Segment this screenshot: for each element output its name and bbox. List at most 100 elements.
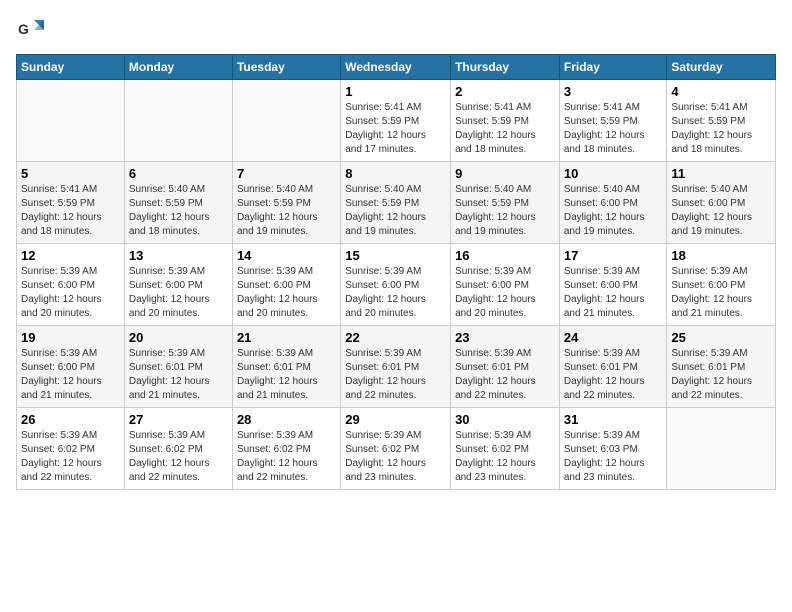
calendar-cell: 26 Sunrise: 5:39 AM Sunset: 6:02 PM Dayli… (17, 408, 125, 490)
calendar-cell: 23 Sunrise: 5:39 AM Sunset: 6:01 PM Dayli… (451, 326, 560, 408)
day-number: 21 (237, 330, 336, 345)
weekday-header-monday: Monday (124, 55, 232, 80)
calendar-week-3: 12 Sunrise: 5:39 AM Sunset: 6:00 PM Dayli… (17, 244, 776, 326)
day-info: Sunrise: 5:41 AM Sunset: 5:59 PM Dayligh… (455, 101, 555, 157)
weekday-header-tuesday: Tuesday (232, 55, 340, 80)
day-number: 30 (455, 412, 555, 427)
day-info: Sunrise: 5:39 AM Sunset: 6:02 PM Dayligh… (21, 429, 120, 485)
day-info: Sunrise: 5:40 AM Sunset: 6:00 PM Dayligh… (671, 183, 771, 239)
weekday-header-friday: Friday (559, 55, 667, 80)
calendar-cell: 3 Sunrise: 5:41 AM Sunset: 5:59 PM Daylig… (559, 80, 667, 162)
day-info: Sunrise: 5:39 AM Sunset: 6:01 PM Dayligh… (237, 347, 336, 403)
day-number: 23 (455, 330, 555, 345)
calendar-week-5: 26 Sunrise: 5:39 AM Sunset: 6:02 PM Dayli… (17, 408, 776, 490)
svg-text:G: G (18, 21, 29, 37)
page-header: G (16, 16, 776, 44)
day-number: 31 (564, 412, 663, 427)
calendar-cell: 29 Sunrise: 5:39 AM Sunset: 6:02 PM Dayli… (341, 408, 451, 490)
day-info: Sunrise: 5:40 AM Sunset: 5:59 PM Dayligh… (129, 183, 228, 239)
day-info: Sunrise: 5:41 AM Sunset: 5:59 PM Dayligh… (21, 183, 120, 239)
day-number: 1 (345, 84, 446, 99)
calendar-cell: 22 Sunrise: 5:39 AM Sunset: 6:01 PM Dayli… (341, 326, 451, 408)
day-number: 9 (455, 166, 555, 181)
calendar-cell: 28 Sunrise: 5:39 AM Sunset: 6:02 PM Dayli… (232, 408, 340, 490)
day-info: Sunrise: 5:39 AM Sunset: 6:01 PM Dayligh… (564, 347, 663, 403)
day-info: Sunrise: 5:39 AM Sunset: 6:02 PM Dayligh… (237, 429, 336, 485)
day-info: Sunrise: 5:40 AM Sunset: 6:00 PM Dayligh… (564, 183, 663, 239)
day-number: 29 (345, 412, 446, 427)
day-number: 16 (455, 248, 555, 263)
calendar-cell: 1 Sunrise: 5:41 AM Sunset: 5:59 PM Daylig… (341, 80, 451, 162)
calendar-cell: 20Sunrise: 5:39 AM Sunset: 6:01 PM Dayli… (124, 326, 232, 408)
day-info: Sunrise: 5:41 AM Sunset: 5:59 PM Dayligh… (345, 101, 446, 157)
calendar-cell: 9 Sunrise: 5:40 AM Sunset: 5:59 PM Daylig… (451, 162, 560, 244)
day-number: 24 (564, 330, 663, 345)
calendar-cell: 19 Sunrise: 5:39 AM Sunset: 6:00 PM Dayli… (17, 326, 125, 408)
day-info: Sunrise: 5:39 AM Sunset: 6:00 PM Dayligh… (21, 347, 120, 403)
calendar-cell: 25 Sunrise: 5:39 AM Sunset: 6:01 PM Dayli… (667, 326, 776, 408)
calendar-cell: 31 Sunrise: 5:39 AM Sunset: 6:03 PM Dayli… (559, 408, 667, 490)
calendar-cell: 10Sunrise: 5:40 AM Sunset: 6:00 PM Dayli… (559, 162, 667, 244)
day-info: Sunrise: 5:39 AM Sunset: 6:02 PM Dayligh… (129, 429, 228, 485)
weekday-header-wednesday: Wednesday (341, 55, 451, 80)
calendar-cell: 8 Sunrise: 5:40 AM Sunset: 5:59 PM Daylig… (341, 162, 451, 244)
calendar-cell (232, 80, 340, 162)
day-number: 6 (129, 166, 228, 181)
day-number: 4 (671, 84, 771, 99)
day-info: Sunrise: 5:39 AM Sunset: 6:01 PM Dayligh… (129, 347, 228, 403)
day-number: 7 (237, 166, 336, 181)
calendar-cell (124, 80, 232, 162)
day-info: Sunrise: 5:39 AM Sunset: 6:00 PM Dayligh… (129, 265, 228, 321)
day-number: 12 (21, 248, 120, 263)
day-number: 3 (564, 84, 663, 99)
calendar-cell: 7 Sunrise: 5:40 AM Sunset: 5:59 PM Daylig… (232, 162, 340, 244)
day-info: Sunrise: 5:40 AM Sunset: 5:59 PM Dayligh… (455, 183, 555, 239)
calendar-cell: 16Sunrise: 5:39 AM Sunset: 6:00 PM Dayli… (451, 244, 560, 326)
calendar-cell: 2 Sunrise: 5:41 AM Sunset: 5:59 PM Daylig… (451, 80, 560, 162)
day-number: 13 (129, 248, 228, 263)
day-number: 18 (671, 248, 771, 263)
day-number: 26 (21, 412, 120, 427)
calendar-cell (17, 80, 125, 162)
day-number: 14 (237, 248, 336, 263)
day-info: Sunrise: 5:41 AM Sunset: 5:59 PM Dayligh… (671, 101, 771, 157)
day-info: Sunrise: 5:39 AM Sunset: 6:00 PM Dayligh… (564, 265, 663, 321)
calendar-cell: 18 Sunrise: 5:39 AM Sunset: 6:00 PM Dayli… (667, 244, 776, 326)
logo: G (16, 16, 48, 44)
day-info: Sunrise: 5:39 AM Sunset: 6:00 PM Dayligh… (237, 265, 336, 321)
day-number: 8 (345, 166, 446, 181)
weekday-header-saturday: Saturday (667, 55, 776, 80)
day-info: Sunrise: 5:41 AM Sunset: 5:59 PM Dayligh… (564, 101, 663, 157)
day-number: 27 (129, 412, 228, 427)
day-info: Sunrise: 5:39 AM Sunset: 6:02 PM Dayligh… (455, 429, 555, 485)
day-number: 11 (671, 166, 771, 181)
calendar-cell: 27 Sunrise: 5:39 AM Sunset: 6:02 PM Dayli… (124, 408, 232, 490)
day-info: Sunrise: 5:40 AM Sunset: 5:59 PM Dayligh… (237, 183, 336, 239)
day-number: 2 (455, 84, 555, 99)
day-number: 25 (671, 330, 771, 345)
day-number: 22 (345, 330, 446, 345)
calendar-cell: 15 Sunrise: 5:39 AM Sunset: 6:00 PM Dayli… (341, 244, 451, 326)
day-info: Sunrise: 5:39 AM Sunset: 6:00 PM Dayligh… (21, 265, 120, 321)
logo-icon: G (16, 16, 44, 44)
day-info: Sunrise: 5:39 AM Sunset: 6:03 PM Dayligh… (564, 429, 663, 485)
day-info: Sunrise: 5:39 AM Sunset: 6:02 PM Dayligh… (345, 429, 446, 485)
day-info: Sunrise: 5:39 AM Sunset: 6:00 PM Dayligh… (345, 265, 446, 321)
calendar-week-2: 5Sunrise: 5:41 AM Sunset: 5:59 PM Daylig… (17, 162, 776, 244)
calendar-week-4: 19 Sunrise: 5:39 AM Sunset: 6:00 PM Dayli… (17, 326, 776, 408)
day-info: Sunrise: 5:40 AM Sunset: 5:59 PM Dayligh… (345, 183, 446, 239)
weekday-header-row: SundayMondayTuesdayWednesdayThursdayFrid… (17, 55, 776, 80)
day-number: 17 (564, 248, 663, 263)
day-info: Sunrise: 5:39 AM Sunset: 6:01 PM Dayligh… (671, 347, 771, 403)
calendar-cell: 11 Sunrise: 5:40 AM Sunset: 6:00 PM Dayli… (667, 162, 776, 244)
day-info: Sunrise: 5:39 AM Sunset: 6:01 PM Dayligh… (455, 347, 555, 403)
day-number: 28 (237, 412, 336, 427)
day-number: 19 (21, 330, 120, 345)
weekday-header-thursday: Thursday (451, 55, 560, 80)
calendar-week-1: 1 Sunrise: 5:41 AM Sunset: 5:59 PM Daylig… (17, 80, 776, 162)
day-number: 15 (345, 248, 446, 263)
day-info: Sunrise: 5:39 AM Sunset: 6:00 PM Dayligh… (671, 265, 771, 321)
calendar-cell: 21 Sunrise: 5:39 AM Sunset: 6:01 PM Dayli… (232, 326, 340, 408)
day-info: Sunrise: 5:39 AM Sunset: 6:01 PM Dayligh… (345, 347, 446, 403)
calendar-cell: 17 Sunrise: 5:39 AM Sunset: 6:00 PM Dayli… (559, 244, 667, 326)
